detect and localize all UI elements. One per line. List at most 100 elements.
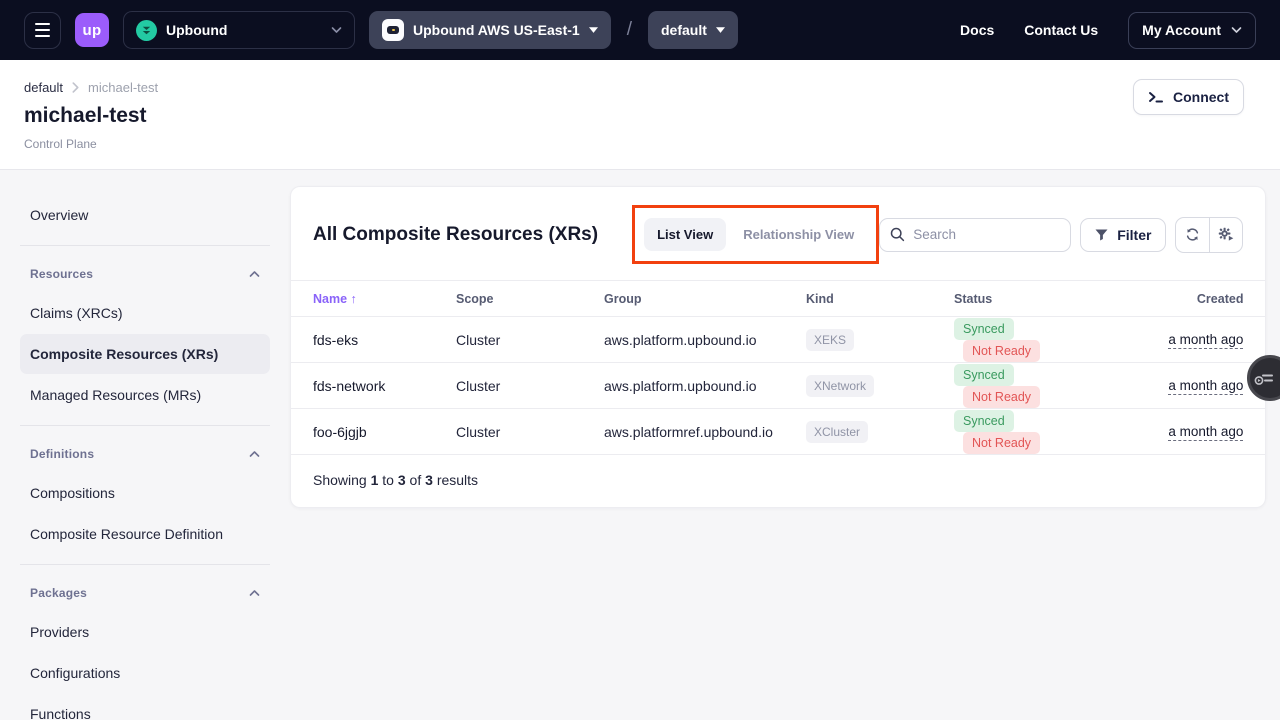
sidebar: Overview Resources Claims (XRCs) Composi… (20, 186, 270, 720)
sidebar-item-providers[interactable]: Providers (20, 612, 270, 652)
card-title: All Composite Resources (XRs) (313, 224, 598, 246)
cell-kind: XEKS (806, 329, 954, 351)
sidebar-item-configurations[interactable]: Configurations (20, 653, 270, 693)
sidebar-item-composite-resource-definition[interactable]: Composite Resource Definition (20, 514, 270, 554)
table-toolbar: Filter (879, 217, 1243, 253)
org-avatar-icon (136, 20, 157, 41)
table-actions (1175, 217, 1243, 253)
kind-badge: XCluster (806, 421, 868, 443)
table-row[interactable]: fds-network Cluster aws.platform.upbound… (291, 363, 1265, 409)
column-header-scope[interactable]: Scope (456, 292, 604, 306)
synced-badge: Synced (954, 364, 1014, 386)
breadcrumb-root[interactable]: default (24, 80, 63, 95)
created-timestamp[interactable]: a month ago (1168, 378, 1243, 395)
table-row[interactable]: foo-6jgjb Cluster aws.platformref.upboun… (291, 409, 1265, 455)
sidebar-item-functions[interactable]: Functions (20, 694, 270, 720)
column-header-status[interactable]: Status (954, 292, 1103, 306)
sort-arrow-icon: ↑ (351, 292, 357, 306)
synced-badge: Synced (954, 410, 1014, 432)
not-ready-badge: Not Ready (963, 386, 1040, 408)
page-title: michael-test (24, 104, 1256, 128)
column-header-kind[interactable]: Kind (806, 292, 954, 306)
cell-kind: XCluster (806, 421, 954, 443)
chevron-down-icon (331, 26, 342, 34)
column-header-group[interactable]: Group (604, 292, 806, 306)
table-header-row: Name ↑ Scope Group Kind Status Created (291, 280, 1265, 317)
list-view-tab[interactable]: List View (644, 218, 726, 251)
control-plane-name: Upbound AWS US-East-1 (413, 22, 580, 38)
contact-us-link[interactable]: Contact Us (1024, 22, 1098, 38)
search-input[interactable] (879, 218, 1071, 252)
connect-label: Connect (1173, 89, 1229, 105)
sidebar-item-overview[interactable]: Overview (20, 195, 270, 235)
section-header-label: Definitions (30, 447, 94, 461)
cell-name: fds-eks (313, 332, 456, 348)
section-header-label: Resources (30, 267, 93, 281)
group-switcher[interactable]: default (648, 11, 738, 49)
sidebar-section-definitions[interactable]: Definitions (20, 436, 270, 472)
breadcrumb: default michael-test (24, 80, 1256, 95)
sidebar-divider (20, 425, 270, 426)
cell-group: aws.platformref.upbound.io (604, 424, 806, 440)
content-area: Overview Resources Claims (XRCs) Composi… (0, 170, 1280, 720)
sidebar-section-packages[interactable]: Packages (20, 575, 270, 611)
cell-name: fds-network (313, 378, 456, 394)
breadcrumb-chevron-icon (72, 82, 79, 93)
group-name: default (661, 22, 707, 38)
sidebar-section-resources[interactable]: Resources (20, 256, 270, 292)
caret-down-icon (589, 27, 598, 33)
refresh-icon (1185, 227, 1200, 242)
search-icon (890, 227, 905, 242)
connect-button[interactable]: Connect (1133, 79, 1244, 115)
org-switcher-dropdown[interactable]: Upbound (123, 11, 355, 49)
sidebar-item-composite-resources[interactable]: Composite Resources (XRs) (20, 334, 270, 374)
filter-button[interactable]: Filter (1080, 218, 1166, 252)
my-account-menu[interactable]: My Account (1128, 12, 1256, 49)
org-name: Upbound (166, 22, 227, 38)
view-toggle: List View Relationship View (632, 205, 879, 264)
chevron-down-icon (1231, 26, 1242, 34)
caret-down-icon (716, 27, 725, 33)
upbound-logo[interactable]: up (75, 13, 109, 47)
summary-total: 3 (425, 472, 433, 488)
cell-status: Synced Not Ready (954, 410, 1103, 454)
column-header-created[interactable]: Created (1103, 292, 1243, 306)
summary-text: results (437, 472, 478, 488)
created-timestamp[interactable]: a month ago (1168, 424, 1243, 441)
cell-created: a month ago (1103, 377, 1243, 395)
cell-scope: Cluster (456, 378, 604, 394)
settings-run-icon (1218, 227, 1234, 242)
cell-group: aws.platform.upbound.io (604, 378, 806, 394)
sidebar-item-compositions[interactable]: Compositions (20, 473, 270, 513)
cell-scope: Cluster (456, 424, 604, 440)
filter-icon (1095, 229, 1108, 241)
column-label: Name (313, 292, 347, 306)
card-header: All Composite Resources (XRs) List View … (291, 187, 1265, 280)
cell-scope: Cluster (456, 332, 604, 348)
sidebar-item-claims[interactable]: Claims (XRCs) (20, 293, 270, 333)
table-row[interactable]: fds-eks Cluster aws.platform.upbound.io … (291, 317, 1265, 363)
breadcrumb-current: michael-test (88, 80, 158, 95)
column-header-name[interactable]: Name ↑ (313, 292, 456, 306)
resources-card: All Composite Resources (XRs) List View … (290, 186, 1266, 508)
search-box (879, 218, 1071, 252)
docs-link[interactable]: Docs (960, 22, 994, 38)
relationship-view-tab[interactable]: Relationship View (730, 218, 867, 251)
cell-status: Synced Not Ready (954, 364, 1103, 408)
settings-run-button[interactable] (1209, 218, 1242, 252)
control-plane-switcher[interactable]: Upbound AWS US-East-1 (369, 11, 611, 49)
sidebar-item-managed-resources[interactable]: Managed Resources (MRs) (20, 375, 270, 415)
sidebar-divider (20, 245, 270, 246)
results-summary: Showing 1 to 3 of 3 results (291, 455, 1265, 507)
cell-created: a month ago (1103, 331, 1243, 349)
refresh-button[interactable] (1176, 218, 1209, 252)
menu-icon[interactable] (24, 12, 61, 49)
top-navbar: up Upbound Upbound AWS US-East-1 / defau… (0, 0, 1280, 60)
summary-text: of (410, 472, 422, 488)
feedback-widget-icon (1254, 370, 1274, 386)
cell-created: a month ago (1103, 423, 1243, 441)
chevron-up-icon (249, 270, 260, 278)
not-ready-badge: Not Ready (963, 340, 1040, 362)
terminal-icon (1148, 90, 1164, 104)
created-timestamp[interactable]: a month ago (1168, 332, 1243, 349)
